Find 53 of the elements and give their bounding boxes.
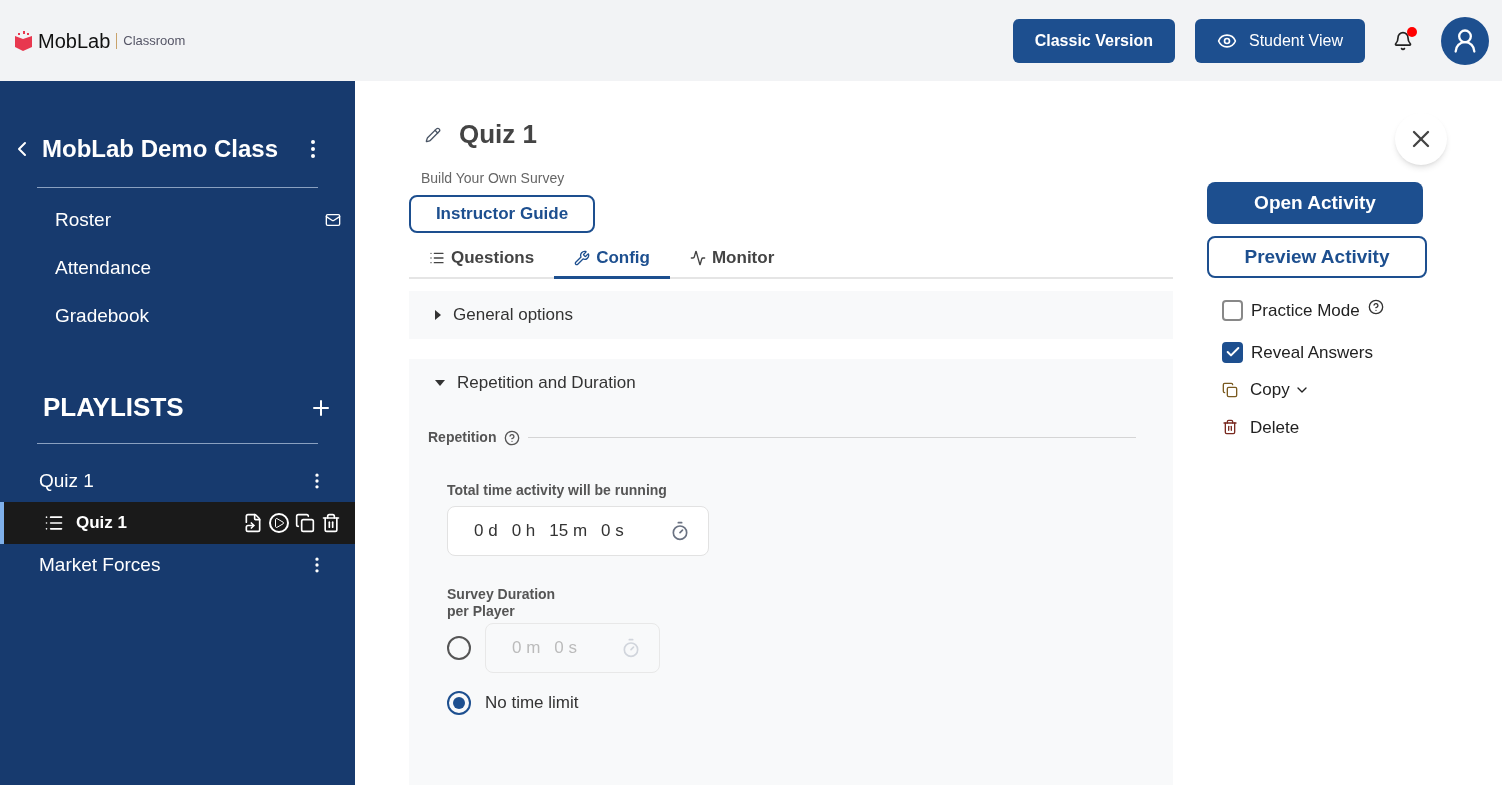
- open-activity-button[interactable]: Open Activity: [1207, 182, 1423, 224]
- preview-activity-button[interactable]: Preview Activity: [1207, 236, 1427, 278]
- tab[interactable]: Monitor: [669, 239, 795, 279]
- playlist-item[interactable]: Quiz 1: [0, 460, 355, 502]
- activity-title: Quiz 1: [459, 118, 537, 151]
- copy-icon[interactable]: [295, 513, 315, 533]
- repetition-label: Repetition: [428, 428, 497, 447]
- logo-icon: [13, 30, 34, 51]
- radio-button[interactable]: [447, 691, 471, 715]
- list-icon: [44, 513, 64, 533]
- mail-icon: [325, 212, 341, 228]
- pulse-icon: [689, 249, 706, 266]
- trash-icon[interactable]: [321, 513, 341, 533]
- playlist-item[interactable]: Market Forces: [0, 544, 355, 586]
- section-header[interactable]: Repetition and Duration: [409, 359, 1173, 407]
- checkbox-label: Practice Mode: [1251, 300, 1360, 322]
- instructor-guide-button[interactable]: Instructor Guide: [409, 195, 595, 233]
- move-file-icon[interactable]: [243, 513, 263, 533]
- total-time-field[interactable]: 0 d 0 h 15 m 0 s: [447, 506, 709, 556]
- stopwatch-icon: [621, 638, 641, 658]
- radio-label: No time limit: [485, 692, 579, 715]
- nav-item[interactable]: Roster: [0, 196, 355, 244]
- duration-label: Survey Duration per Player: [447, 586, 557, 620]
- checkbox[interactable]: [1222, 300, 1243, 322]
- stopwatch-icon: [670, 521, 690, 541]
- classic-version-button[interactable]: Classic Version: [1012, 18, 1175, 63]
- copy-icon: [1222, 381, 1238, 398]
- nav-item[interactable]: Attendance: [0, 244, 355, 292]
- checkbox-label: Reveal Answers: [1251, 341, 1373, 364]
- bell-icon: [1393, 30, 1413, 51]
- play-icon[interactable]: [269, 513, 289, 533]
- product-name: Classroom: [123, 31, 186, 50]
- help-icon[interactable]: [1367, 298, 1384, 315]
- activity-type: Build Your Own Survey: [421, 169, 566, 188]
- logo-text: MobLab: [38, 28, 111, 54]
- edit-icon[interactable]: [425, 126, 441, 143]
- activity-item[interactable]: Quiz 1: [0, 502, 355, 544]
- checkbox[interactable]: [1222, 341, 1243, 363]
- nav-item[interactable]: Gradebook: [0, 292, 355, 340]
- delete-link[interactable]: Delete: [1222, 414, 1447, 440]
- copy-menu[interactable]: Copy: [1222, 377, 1447, 403]
- student-view-button[interactable]: Student View: [1195, 18, 1365, 63]
- close-button[interactable]: [1395, 113, 1447, 165]
- playlists-heading: PLAYLISTS: [43, 391, 184, 424]
- tab[interactable]: Questions: [409, 239, 555, 279]
- class-name: MobLab Demo Class: [42, 134, 279, 164]
- section-header[interactable]: General options: [409, 291, 1173, 339]
- tab[interactable]: Config: [554, 239, 670, 279]
- wrench-icon: [574, 249, 591, 266]
- total-time-label: Total time activity will be running: [447, 481, 668, 500]
- trash-icon: [1222, 419, 1238, 436]
- help-icon[interactable]: [504, 429, 521, 446]
- user-avatar[interactable]: [1441, 16, 1489, 65]
